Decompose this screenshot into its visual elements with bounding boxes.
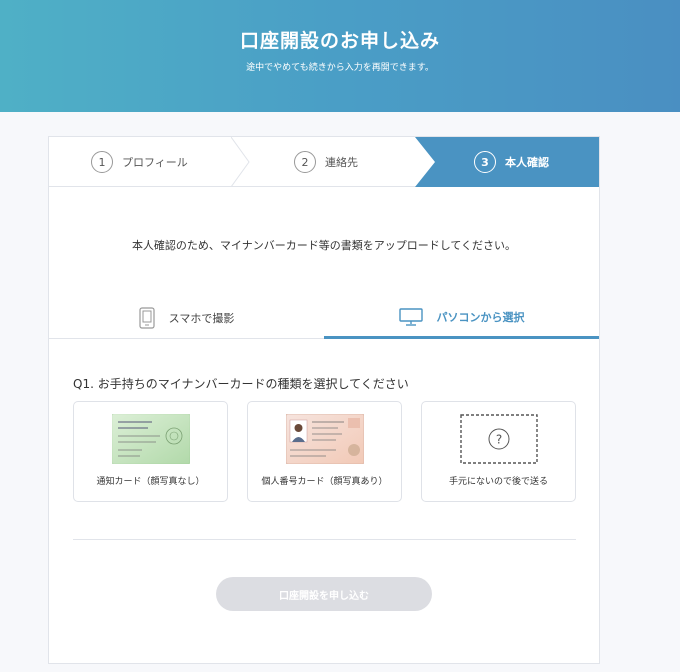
step-label: 本人確認 xyxy=(505,156,549,169)
tab-smartphone[interactable]: スマホで撮影 xyxy=(49,297,324,339)
option-send-later[interactable]: ? 手元にないので後で送る xyxy=(421,401,576,502)
smartphone-icon xyxy=(139,307,155,329)
step-contact: 2 連絡先 xyxy=(294,137,358,187)
upload-method-tabs: スマホで撮影 パソコンから選択 xyxy=(49,297,599,339)
step-separator xyxy=(231,137,250,187)
question-icon: ? xyxy=(459,414,538,464)
progress-stepper: 1 プロフィール 2 連絡先 3 本人確認 xyxy=(49,137,599,187)
application-card: 1 プロフィール 2 連絡先 3 本人確認 本人確認のため、マイナンバーカード等… xyxy=(48,136,600,664)
page-title: 口座開設のお申し込み xyxy=(239,30,440,52)
submit-application-button[interactable]: 口座開設を申し込む xyxy=(216,577,432,611)
svg-text:?: ? xyxy=(495,433,501,447)
step-profile: 1 プロフィール xyxy=(91,137,188,187)
divider xyxy=(73,539,576,540)
step-number: 2 xyxy=(294,151,316,173)
card-type-options: 通知カード（顔写真なし） 個人番号カード（顔写真あり） ? 手元にないので後で送… xyxy=(73,401,576,503)
option-mynumber-card[interactable]: 個人番号カード（顔写真あり） xyxy=(247,401,402,502)
step-identity: 3 本人確認 xyxy=(474,137,549,187)
step-number: 3 xyxy=(474,151,496,173)
tab-label: パソコンから選択 xyxy=(436,310,525,324)
page-subtitle: 途中でやめても続きから入力を再開できます。 xyxy=(246,63,434,73)
option-label: 通知カード（顔写真なし） xyxy=(96,477,205,487)
tab-label: スマホで撮影 xyxy=(168,312,235,325)
step-label: プロフィール xyxy=(122,156,188,169)
step-label: 連絡先 xyxy=(325,156,358,169)
tab-pc[interactable]: パソコンから選択 xyxy=(324,297,599,339)
option-notification-card[interactable]: 通知カード（顔写真なし） xyxy=(73,401,228,502)
step-number: 1 xyxy=(91,151,113,173)
question-label: Q1. お手持ちのマイナンバーカードの種類を選択してください xyxy=(73,377,409,391)
notification-card-image xyxy=(111,414,190,464)
mynumber-card-image xyxy=(285,414,364,464)
monitor-icon xyxy=(398,307,423,326)
option-label: 個人番号カード（顔写真あり） xyxy=(261,477,388,487)
page-header: 口座開設のお申し込み 途中でやめても続きから入力を再開できます。 xyxy=(0,0,680,112)
intro-text: 本人確認のため、マイナンバーカード等の書類をアップロードしてください。 xyxy=(131,239,517,252)
option-label: 手元にないので後で送る xyxy=(448,477,548,487)
